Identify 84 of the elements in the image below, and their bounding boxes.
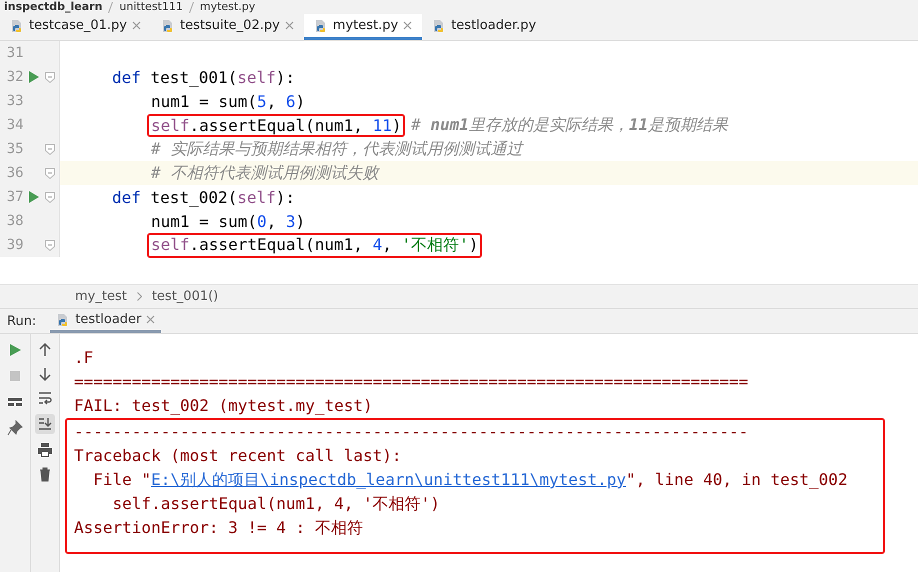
python-file-icon bbox=[160, 18, 175, 32]
trash-icon[interactable] bbox=[37, 466, 53, 482]
fold-icon[interactable] bbox=[45, 240, 56, 250]
console-text: ====================================================================== bbox=[74, 372, 748, 391]
code-text: ) bbox=[296, 212, 306, 230]
code-text: self bbox=[237, 188, 276, 206]
run-icon[interactable] bbox=[7, 342, 23, 358]
fold-icon[interactable] bbox=[45, 192, 56, 202]
line-number: 31 bbox=[6, 45, 24, 61]
code-text: test_002( bbox=[150, 188, 238, 206]
path-item[interactable]: unittest111 bbox=[119, 0, 183, 14]
code-text: 5 bbox=[256, 92, 267, 110]
code-text: def bbox=[112, 68, 141, 86]
close-icon[interactable] bbox=[146, 315, 156, 324]
separator-icon bbox=[188, 2, 194, 12]
wrap-icon[interactable] bbox=[37, 390, 53, 406]
breadcrumb-item[interactable]: my_test bbox=[75, 289, 127, 304]
stop-icon[interactable] bbox=[7, 368, 23, 384]
file-tab[interactable]: testloader.py bbox=[422, 14, 546, 40]
line-number: 34 bbox=[6, 117, 24, 133]
scroll-to-end-icon[interactable] bbox=[37, 416, 53, 432]
line-number: 38 bbox=[6, 213, 24, 229]
code-text: num1 = sum( bbox=[151, 92, 257, 110]
code-text: '不相符' bbox=[401, 234, 469, 254]
fold-icon[interactable] bbox=[45, 144, 56, 154]
console-text: ---------------------------------------------------------------------- bbox=[74, 422, 748, 441]
code-text: self bbox=[151, 234, 190, 254]
line-number: 32 bbox=[6, 69, 24, 85]
path-item[interactable]: inspectdb_learn bbox=[4, 0, 102, 14]
code-text: def bbox=[112, 188, 141, 206]
line-number: 33 bbox=[6, 93, 24, 109]
fold-icon[interactable] bbox=[45, 72, 56, 82]
code-comment: # num1里存放的是实际结果，11是预期结果 bbox=[410, 114, 728, 134]
console-text: Traceback (most recent call last): bbox=[74, 446, 402, 465]
line-number: 35 bbox=[6, 141, 24, 157]
python-file-icon bbox=[10, 18, 24, 32]
line-number: 39 bbox=[6, 237, 24, 253]
code-text: , bbox=[266, 92, 278, 110]
print-icon[interactable] bbox=[37, 442, 53, 458]
python-file-icon bbox=[314, 18, 328, 32]
run-icon[interactable] bbox=[29, 191, 40, 203]
up-arrow-icon[interactable] bbox=[37, 342, 53, 358]
console-text: ", line 40, in test_002 bbox=[626, 470, 848, 489]
file-link[interactable]: E:\别人的项目\inspectdb_learn\unittest111\mytest.py bbox=[151, 470, 626, 489]
code-text: self bbox=[151, 116, 190, 134]
pin-icon[interactable] bbox=[7, 420, 23, 436]
code-text: ): bbox=[276, 68, 296, 86]
console-text: FAIL: test_002 (mytest.my_test) bbox=[74, 396, 373, 415]
console-text: self.assertEqual(num1, 4, '不相符') bbox=[112, 494, 440, 513]
file-tab[interactable]: testcase_01.py bbox=[0, 14, 151, 40]
code-text: 0 bbox=[256, 212, 267, 230]
file-tab[interactable]: mytest.py bbox=[304, 14, 422, 40]
code-text: ) bbox=[468, 234, 478, 254]
path-item[interactable]: mytest.py bbox=[200, 0, 256, 14]
code-text: .assertEqual(num1, bbox=[190, 234, 364, 254]
code-text: ) bbox=[296, 92, 306, 110]
console-text: File " bbox=[92, 470, 152, 489]
code-text: 3 bbox=[286, 212, 296, 230]
code-text: , bbox=[382, 234, 393, 254]
run-label: Run: bbox=[7, 314, 36, 328]
code-text: 6 bbox=[286, 92, 296, 110]
file-tab[interactable]: testsuite_02.py bbox=[150, 14, 304, 40]
code-text: 11 bbox=[372, 116, 392, 134]
code-text: test_001( bbox=[150, 68, 238, 86]
run-tab[interactable]: testloader bbox=[50, 309, 162, 333]
console-text: .F bbox=[74, 348, 94, 367]
breadcrumb-item[interactable]: test_001() bbox=[152, 289, 218, 304]
code-comment: # 实际结果与预期结果相符，代表测试用例测试通过 bbox=[151, 138, 522, 158]
run-icon[interactable] bbox=[29, 71, 40, 83]
fold-icon[interactable] bbox=[45, 168, 56, 178]
console-text: AssertionError: 3 != 4 : 不相符 bbox=[74, 518, 363, 537]
code-comment: # 不相符代表测试用例测试失败 bbox=[151, 162, 378, 182]
code-text: self bbox=[237, 68, 276, 86]
down-arrow-icon[interactable] bbox=[37, 366, 53, 382]
code-text: ) bbox=[392, 116, 402, 134]
code-text: , bbox=[266, 212, 278, 230]
code-text: num1 = sum( bbox=[151, 212, 257, 230]
code-text: ): bbox=[276, 188, 296, 206]
separator-icon bbox=[108, 2, 114, 12]
chevron-icon bbox=[136, 292, 142, 301]
code-text: .assertEqual(num1, bbox=[190, 116, 364, 134]
code-text: 4 bbox=[372, 234, 382, 254]
line-number: 37 bbox=[6, 189, 24, 205]
line-number: 36 bbox=[6, 165, 24, 181]
